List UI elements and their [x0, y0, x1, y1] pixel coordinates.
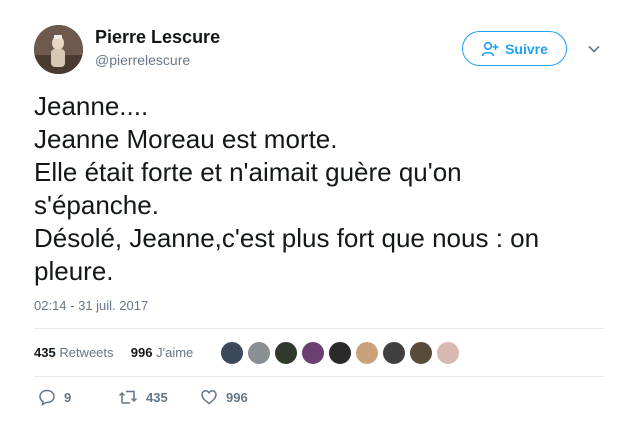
likes-stat[interactable]: 996 J'aime: [127, 345, 194, 360]
tweet-card: Pierre Lescure @pierrelescure Suivre Jea…: [0, 0, 640, 430]
avatar-image: [34, 25, 83, 74]
follow-button-label: Suivre: [505, 40, 548, 57]
liker-avatar[interactable]: [409, 341, 433, 365]
tweet-text: Jeanne.... Jeanne Moreau est morte. Elle…: [34, 91, 540, 286]
liker-avatar[interactable]: [301, 341, 325, 365]
reply-count: 9: [64, 389, 72, 405]
liker-avatar[interactable]: [355, 341, 379, 365]
liker-avatar[interactable]: [220, 341, 244, 365]
liker-avatar[interactable]: [247, 341, 271, 365]
author-name[interactable]: Pierre Lescure: [95, 27, 220, 48]
tweet-timestamp[interactable]: 02:14 - 31 juil. 2017: [34, 298, 148, 313]
like-button[interactable]: 996: [200, 388, 248, 406]
chevron-down-icon[interactable]: [586, 41, 602, 57]
heart-icon: [200, 388, 218, 406]
likes-label: J'aime: [156, 345, 194, 360]
divider: [34, 376, 604, 377]
tweet-stats: 435 Retweets 996 J'aime: [34, 345, 193, 360]
avatar[interactable]: [34, 25, 83, 74]
liker-avatar[interactable]: [274, 341, 298, 365]
likes-count: 996: [130, 345, 153, 360]
like-count: 996: [226, 389, 248, 405]
retweet-button[interactable]: 435: [118, 388, 168, 406]
retweets-label: Retweets: [59, 345, 114, 360]
liker-avatar[interactable]: [436, 341, 460, 365]
retweets-count: 435: [34, 345, 56, 360]
liker-avatar[interactable]: [382, 341, 406, 365]
author-handle[interactable]: @pierrelescure: [95, 52, 190, 68]
add-user-icon: [481, 41, 499, 57]
retweets-stat[interactable]: 435 Retweets: [34, 345, 117, 360]
liker-avatar[interactable]: [328, 341, 352, 365]
follow-button[interactable]: Suivre: [462, 31, 567, 66]
retweet-icon: [118, 388, 138, 406]
reply-icon: [38, 388, 56, 406]
divider: [34, 328, 604, 329]
retweet-count: 435: [146, 389, 168, 405]
reply-button[interactable]: 9: [38, 388, 71, 406]
